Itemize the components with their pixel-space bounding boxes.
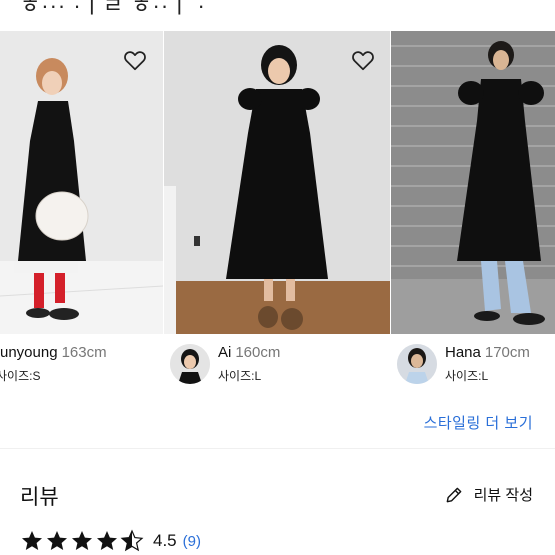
write-review-label: 리뷰 작성	[473, 487, 533, 504]
favorite-heart-icon[interactable]	[350, 47, 376, 73]
model-size: 사이즈:L	[445, 369, 489, 383]
write-review-button[interactable]: 리뷰 작성	[444, 484, 533, 505]
model-photo[interactable]	[391, 31, 555, 334]
favorite-heart-icon[interactable]	[122, 47, 148, 73]
star-icon	[97, 531, 117, 550]
model-name-line: unyoung 163cm	[0, 344, 107, 361]
styling-carousel[interactable]: unyoung 163cm 사이즈:S Ai 160cm 사이즈:L Hana …	[0, 31, 555, 386]
model-name: Hana	[445, 344, 481, 361]
model-name: unyoung	[0, 344, 58, 361]
star-half-icon	[120, 529, 144, 552]
model-size: 사이즈:L	[218, 369, 262, 383]
model-name-line: Ai 160cm	[218, 344, 280, 361]
model-photo[interactable]	[0, 31, 163, 334]
section-title-partial: ㅎ··· ·ㅣㄹ ㅎ··ㅣ ·	[20, 0, 206, 18]
model-info: Hana 170cm 사이즈:L	[397, 344, 530, 384]
more-styling-link[interactable]: 스타일링 더 보기	[424, 412, 533, 433]
model-height: 160cm	[235, 344, 281, 361]
rating-summary: 4.5 (9)	[20, 529, 201, 553]
model-avatar	[397, 344, 437, 384]
model-photo[interactable]	[164, 31, 390, 334]
model-name-line: Hana 170cm	[445, 344, 530, 361]
section-divider	[0, 448, 555, 449]
model-info: Ai 160cm 사이즈:L	[170, 344, 280, 384]
star-icon	[22, 531, 42, 550]
section-header-strip: ㅎ··· ·ㅣㄹ ㅎ··ㅣ ·	[0, 0, 555, 30]
model-avatar	[170, 344, 210, 384]
model-size: 사이즈:S	[0, 369, 41, 383]
rating-value: 4.5	[153, 531, 177, 550]
star-icon	[47, 531, 67, 550]
model-height: 163cm	[61, 344, 107, 361]
pencil-icon	[446, 487, 461, 502]
review-section-title: 리뷰	[20, 486, 59, 509]
review-count-link[interactable]: (9)	[183, 533, 201, 550]
star-rating	[20, 529, 145, 553]
model-height: 170cm	[484, 344, 530, 361]
model-info: unyoung 163cm 사이즈:S	[0, 344, 107, 384]
star-icon	[72, 531, 92, 550]
model-name: Ai	[218, 344, 232, 361]
